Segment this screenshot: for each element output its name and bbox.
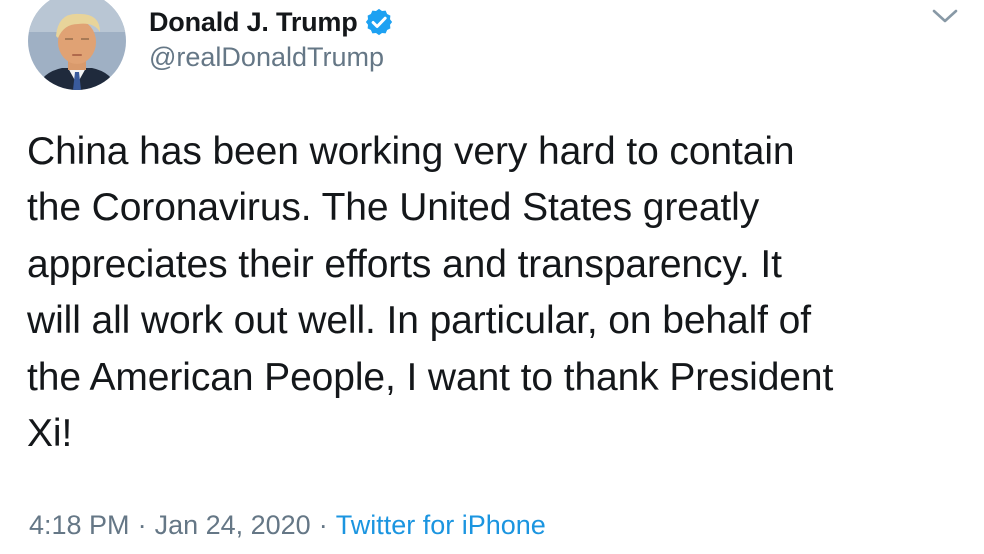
tweet-meta: 4:18 PM · Jan 24, 2020 · Twitter for iPh… xyxy=(29,510,546,541)
user-handle[interactable]: @realDonaldTrump xyxy=(149,42,384,73)
tweet-source-link[interactable]: Twitter for iPhone xyxy=(336,510,546,541)
tweet-text: China has been working very hard to cont… xyxy=(27,130,834,456)
display-name[interactable]: Donald J. Trump xyxy=(149,7,358,38)
tweet-time[interactable]: 4:18 PM xyxy=(29,510,130,541)
profile-photo xyxy=(28,0,126,90)
avatar[interactable] xyxy=(28,0,126,90)
tweet-date[interactable]: Jan 24, 2020 xyxy=(155,510,311,541)
meta-separator: · xyxy=(318,510,328,540)
verified-badge-icon xyxy=(364,7,394,37)
chevron-down-icon[interactable] xyxy=(928,2,962,30)
author-name-row[interactable]: Donald J. Trump xyxy=(149,4,394,40)
tweet-card: Donald J. Trump @realDonaldTrump China h… xyxy=(0,0,984,554)
meta-separator: · xyxy=(137,510,147,540)
